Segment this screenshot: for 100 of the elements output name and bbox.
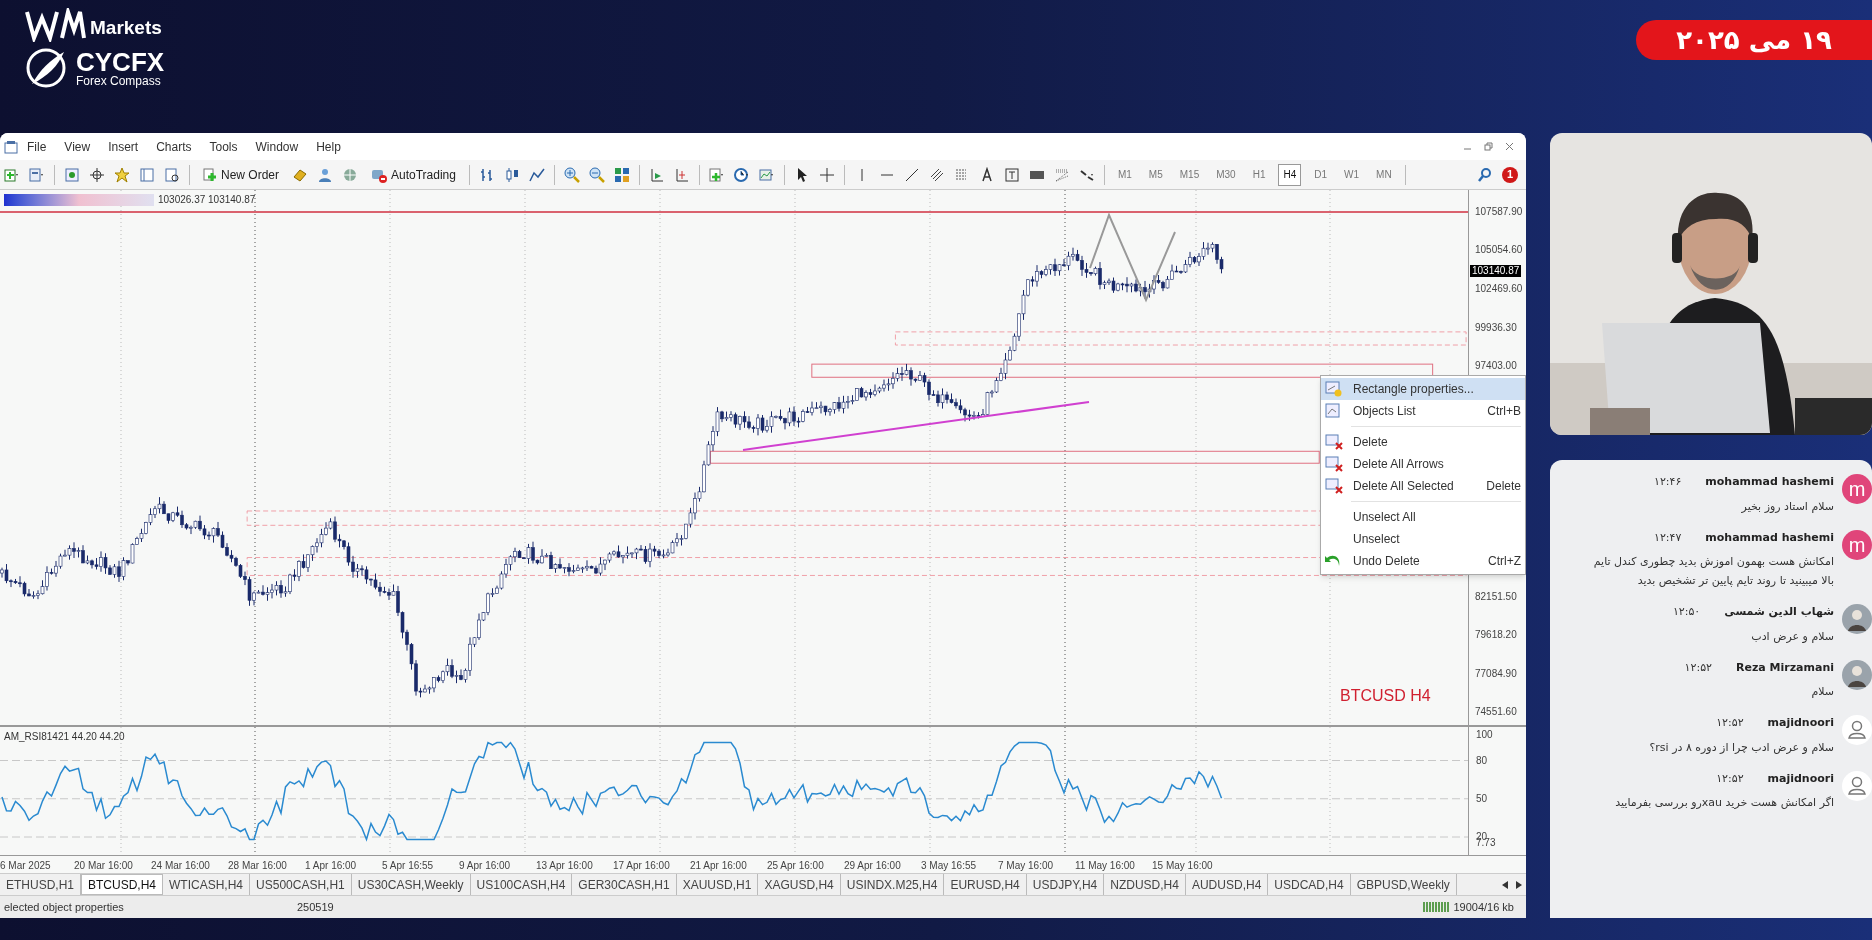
brand-tagline: Forex Compass	[76, 75, 162, 87]
menu-item[interactable]: View	[55, 137, 100, 156]
zoom-out-icon[interactable]	[588, 166, 605, 183]
user-icon	[1842, 770, 1872, 801]
text-label-icon[interactable]	[1003, 166, 1020, 183]
menu-item[interactable]: Undo Delete Ctrl+Z	[1321, 550, 1525, 572]
brand-name: Markets	[90, 15, 162, 40]
axis-label: 15 May 16:00	[1152, 859, 1213, 873]
globe-icon[interactable]	[342, 166, 358, 183]
timeframe-button[interactable]: M5	[1144, 163, 1167, 186]
shortcut-label: Delete	[1486, 478, 1521, 495]
indicators-icon[interactable]	[708, 166, 725, 183]
restore-icon[interactable]	[1484, 142, 1493, 151]
message-text: سلام	[1810, 684, 1834, 700]
axis-label: 6 Mar 2025	[0, 859, 51, 873]
clock-icon[interactable]	[733, 166, 750, 183]
timeframe-button[interactable]: MN	[1372, 163, 1396, 186]
auto-scroll-icon[interactable]	[648, 166, 665, 183]
crosshair-icon[interactable]	[89, 166, 105, 183]
delete-icon	[1325, 478, 1343, 494]
axis-label: 100	[1476, 730, 1493, 740]
brand-name: CYCFX	[76, 49, 165, 75]
symbol-label: BTCUSD H4	[1340, 686, 1431, 706]
message-text: سلام استاد روز بخیر	[1740, 498, 1834, 515]
menu-item[interactable]: Objects List Ctrl+B	[1321, 400, 1525, 422]
new-order-button[interactable]: New Order	[199, 165, 283, 184]
scroll-left-icon[interactable]	[1502, 880, 1508, 889]
axis-label: 105054.60	[1475, 245, 1523, 256]
axis-label: 7.73	[1476, 838, 1496, 848]
message-time: ۱۲:۵۰	[1672, 604, 1701, 620]
message-text: سلام و عرض ادب	[1750, 628, 1834, 645]
axis-label: 99936.30	[1475, 322, 1517, 333]
sender-name: Reza Mirzamani	[1735, 659, 1834, 676]
menu-item[interactable]: Insert	[99, 137, 148, 156]
menu-item[interactable]: Unselect	[1321, 528, 1525, 550]
person-icon[interactable]	[317, 166, 333, 183]
connection-bars-icon	[1423, 902, 1450, 912]
trend-line-icon[interactable]	[903, 166, 920, 183]
menu-item[interactable]: Delete All Arrows	[1321, 453, 1525, 475]
axis-label: 79618.20	[1475, 630, 1517, 641]
message-time: ۱۲:۵۲	[1716, 715, 1744, 731]
profile-name: 250519	[296, 899, 334, 915]
sender-name: شهاب الدین شمسی	[1724, 604, 1834, 620]
menu-item[interactable]: File	[18, 137, 56, 156]
menu-item[interactable]: Tools	[200, 137, 247, 156]
star-icon[interactable]	[114, 166, 130, 183]
candlestick-icon[interactable]	[503, 166, 520, 183]
sender-name: majidnoori	[1767, 715, 1834, 731]
axis-label: 82151.50	[1475, 591, 1517, 602]
shortcut-label: Ctrl+Z	[1488, 553, 1521, 570]
avatar: m	[1842, 529, 1872, 560]
traffic-label: 19004/16 kb	[1453, 899, 1514, 915]
message-time: ۱۲:۴۶	[1654, 474, 1682, 490]
menu-item[interactable]: Delete All Selected Delete	[1321, 475, 1525, 497]
axis-label: 25 Apr 16:00	[767, 859, 824, 873]
delete-icon	[1325, 434, 1343, 450]
menu-item[interactable]: Delete	[1321, 431, 1525, 453]
timeframe-button[interactable]: H1	[1248, 163, 1270, 186]
bar-chart-icon[interactable]	[478, 166, 495, 183]
zoom-in-icon[interactable]	[563, 166, 580, 183]
autotrading-button[interactable]: AutoTrading	[367, 165, 460, 184]
profiles-icon[interactable]	[29, 166, 45, 183]
message-time: ۱۲:۵۲	[1684, 659, 1712, 676]
timeframe-button[interactable]: W1	[1340, 163, 1364, 186]
axis-label: 21 Apr 16:00	[690, 859, 747, 873]
timeframe-button[interactable]: M15	[1175, 163, 1204, 186]
menu-item[interactable]: Window	[246, 137, 308, 156]
user-icon	[1842, 715, 1872, 745]
axis-label: 77084.90	[1475, 668, 1517, 679]
timeframe-button[interactable]: H4	[1278, 163, 1302, 186]
line-chart-icon[interactable]	[528, 166, 545, 183]
menu-item[interactable]: Rectangle properties...	[1321, 378, 1525, 400]
timeframe-button[interactable]: M1	[1113, 163, 1136, 186]
menu-item[interactable]: Charts	[147, 137, 201, 156]
axis-label: 13 Apr 16:00	[536, 859, 593, 873]
close-icon[interactable]	[1505, 142, 1514, 151]
chart-tab[interactable]: BTCUSD,H4	[81, 874, 164, 895]
timeframe-button[interactable]: D1	[1310, 163, 1332, 186]
menu-item[interactable]: Unselect All	[1321, 506, 1525, 528]
avatar: m	[1842, 474, 1872, 504]
message-text: سلام و عرض ادب چرا از دوره ۸ در rsi؟	[1648, 739, 1834, 756]
search-icon[interactable]	[1477, 166, 1493, 183]
menu-item[interactable]: Help	[307, 137, 350, 156]
sender-name: mohammad hashemi	[1705, 529, 1834, 546]
notification-badge[interactable]: 1	[1502, 166, 1518, 183]
channel-icon[interactable]	[928, 166, 945, 183]
delete-icon	[1325, 456, 1343, 472]
timeframe-button[interactable]: M30	[1212, 163, 1240, 186]
axis-label: 20 Mar 16:00	[74, 859, 133, 873]
current-price-label: 103140.87	[1470, 265, 1522, 278]
scroll-right-icon[interactable]	[1516, 880, 1522, 889]
properties-icon	[1325, 381, 1343, 397]
axis-label: 1 Apr 16:00	[305, 859, 357, 873]
sender-name: mohammad hashemi	[1705, 474, 1834, 490]
axis-label: 107587.90	[1475, 207, 1523, 217]
new-chart-icon[interactable]	[4, 166, 20, 183]
chart-shift-icon[interactable]	[673, 166, 690, 183]
axis-label: 74551.60	[1475, 707, 1517, 717]
tile-windows-icon[interactable]	[613, 166, 630, 183]
app-icon[interactable]	[4, 139, 18, 154]
